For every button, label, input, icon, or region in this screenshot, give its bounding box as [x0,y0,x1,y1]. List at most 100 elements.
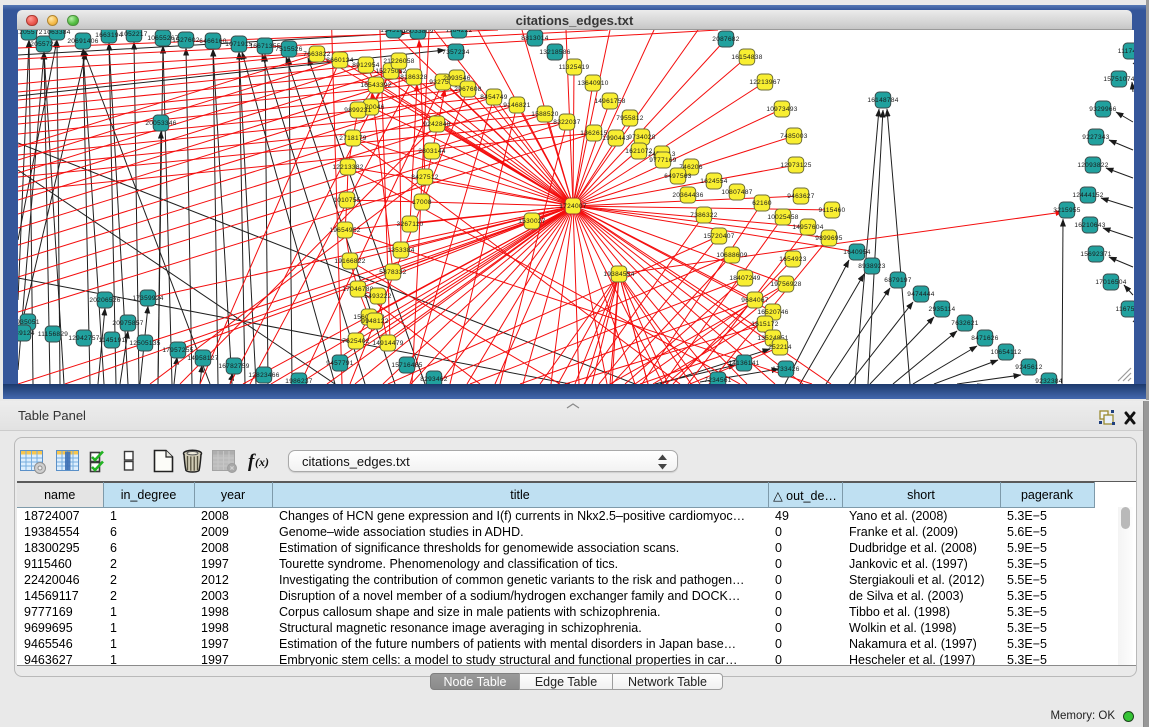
svg-text:16154838: 16154838 [731,54,762,61]
svg-text:10807487: 10807487 [721,189,752,196]
svg-text:1527602: 1527602 [172,37,199,44]
svg-text:8322037: 8322037 [553,119,580,126]
svg-text:7955812: 7955812 [616,115,643,122]
svg-text:3215955: 3215955 [1053,207,1080,214]
svg-text:1724007: 1724007 [559,203,586,210]
svg-text:9457791: 9457791 [326,360,353,367]
svg-text:1167533: 1167533 [1116,306,1134,313]
svg-text:3267110: 3267110 [397,221,424,228]
svg-text:7485003: 7485003 [780,133,807,140]
svg-text:20053346: 20053346 [145,120,176,127]
svg-text:1052217: 1052217 [120,31,147,38]
svg-text:14914479: 14914479 [372,340,403,347]
svg-text:18407249: 18407249 [729,275,760,282]
svg-text:8454749: 8454749 [480,94,507,101]
svg-text:8293462: 8293462 [420,376,447,383]
svg-text:15716485: 15716485 [391,362,422,369]
svg-text:20364436: 20364436 [672,192,703,199]
svg-text:16782759: 16782759 [218,363,249,370]
svg-text:15692371: 15692371 [1080,251,1111,258]
svg-text:1733426: 1733426 [772,366,799,373]
svg-text:2967608: 2967608 [454,86,481,93]
svg-text:21226058: 21226058 [383,58,414,65]
svg-text:13640910: 13640910 [577,80,608,87]
svg-text:1663194: 1663194 [95,32,122,39]
svg-text:17957255: 17957255 [162,347,193,354]
svg-text:10654112: 10654112 [991,349,1022,356]
svg-text:8186328: 8186328 [400,74,427,81]
svg-text:12213967: 12213967 [749,79,780,86]
svg-text:16210643: 16210643 [1074,222,1105,229]
svg-text:10688609: 10688609 [716,252,747,259]
svg-text:1588520: 1588520 [531,111,558,118]
svg-text:9227343: 9227343 [1082,134,1109,141]
svg-text:12973125: 12973125 [780,162,811,169]
svg-text:14958127: 14958127 [187,355,218,362]
svg-text:1530027: 1530027 [518,218,545,225]
svg-text:9242848: 9242848 [423,121,450,128]
svg-text:19654952: 19654952 [329,227,360,234]
svg-text:8938923: 8938923 [858,263,885,270]
svg-text:12942757: 12942757 [68,335,99,342]
svg-text:1990443: 1990443 [602,135,629,142]
svg-text:9232384: 9232384 [1035,378,1062,384]
svg-text:17359924: 17359924 [132,295,163,302]
svg-text:12213382: 12213382 [332,164,363,171]
svg-text:7386322: 7386322 [690,212,717,219]
svg-text:20206526: 20206526 [89,297,120,304]
svg-text:9777169: 9777169 [649,157,676,164]
svg-text:9734028: 9734028 [628,134,655,141]
svg-text:2718179: 2718179 [339,135,366,142]
svg-text:20691406: 20691406 [67,38,98,45]
svg-text:62160: 62160 [752,200,772,207]
svg-text:8471626: 8471626 [971,335,998,342]
svg-text:1654923: 1654923 [779,256,806,263]
svg-text:16520746: 16520746 [757,309,788,316]
svg-text:6497563: 6497563 [664,173,691,180]
svg-text:9463627: 9463627 [787,193,814,200]
svg-text:14136141: 14136141 [728,360,759,367]
svg-text:12505135: 12505135 [129,340,160,347]
svg-text:9899231: 9899231 [344,107,371,114]
svg-text:9146821: 9146821 [503,102,530,109]
svg-text:1545106: 1545106 [380,30,407,34]
svg-text:15751074: 15751074 [1103,76,1134,83]
svg-text:8813014: 8813014 [521,35,548,42]
svg-text:2055721: 2055721 [30,41,57,48]
svg-text:5878332: 5878332 [379,269,406,276]
svg-text:(x): (x) [255,455,269,469]
svg-text:1205572: 1205572 [18,30,43,36]
svg-text:17008: 17008 [412,199,432,206]
svg-text:1986237: 1986237 [285,378,312,384]
svg-text:19384554: 19384554 [603,271,634,278]
svg-text:2803144: 2803144 [418,148,445,155]
svg-text:2087682: 2087682 [712,36,739,43]
svg-text:9684067: 9684067 [741,297,768,304]
svg-text:7357234: 7357234 [442,49,469,56]
svg-text:9899695: 9899695 [815,235,842,242]
svg-text:1063384: 1063384 [43,30,70,36]
svg-text:1145191: 1145191 [99,337,126,344]
svg-text:12093822: 12093822 [1077,162,1108,169]
svg-text:10973493: 10973493 [766,106,797,113]
svg-text:1615172: 1615172 [751,321,778,328]
svg-text:14961758: 14961758 [594,98,625,105]
svg-text:6466160: 6466160 [199,38,226,45]
svg-text:7632621: 7632621 [951,320,978,327]
svg-text:5493222: 5493222 [364,293,391,300]
svg-text:10025458: 10025458 [767,214,798,221]
svg-text:1184222: 1184222 [446,30,473,34]
svg-text:1640954: 1640954 [843,249,870,256]
svg-text:20975857: 20975857 [112,320,143,327]
svg-text:9948122: 9948122 [361,318,388,325]
svg-text:252214: 252214 [768,344,792,351]
svg-text:16148784: 16148784 [867,97,898,104]
svg-text:9115460: 9115460 [819,207,846,214]
svg-text:1117404: 1117404 [1118,48,1134,55]
svg-text:16543392: 16543392 [360,82,391,89]
svg-text:1353384: 1353384 [387,247,414,254]
svg-text:17046788: 17046788 [342,286,373,293]
svg-text:1010755: 1010755 [333,197,360,204]
svg-text:17016504: 17016504 [1095,279,1126,286]
svg-text:14957604: 14957604 [792,224,823,231]
